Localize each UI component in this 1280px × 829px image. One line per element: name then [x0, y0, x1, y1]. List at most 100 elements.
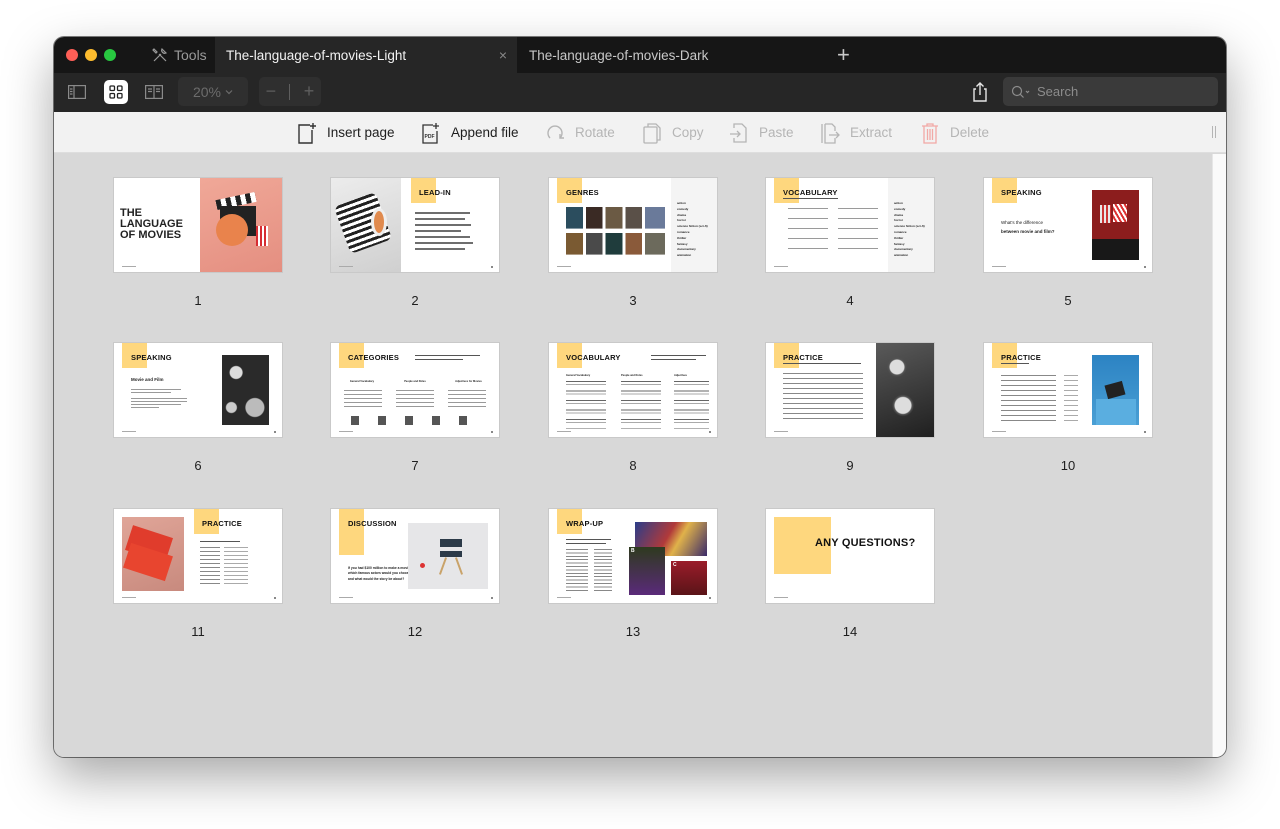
- page-thumbnail-1[interactable]: THE LANGUAGE OF MOVIES 1: [113, 177, 283, 308]
- text-line: [415, 212, 470, 214]
- zoom-out-button[interactable]: −: [266, 81, 277, 102]
- footer: [122, 431, 136, 432]
- new-tab-button[interactable]: +: [837, 44, 850, 66]
- directors-chair-image: [408, 523, 488, 589]
- tab-label: The-language-of-movies-Dark: [529, 47, 709, 63]
- text-line: [838, 248, 878, 249]
- subtitle-line: [200, 541, 240, 542]
- paste-button[interactable]: Paste: [729, 112, 794, 153]
- vocab-list: [566, 381, 606, 429]
- tab-document-dark[interactable]: The-language-of-movies-Dark: [517, 37, 817, 73]
- page-thumbnail-14[interactable]: ANY QUESTIONS? 14: [765, 508, 935, 639]
- chevron-down-icon: [225, 89, 233, 94]
- text-line: [838, 238, 878, 239]
- close-window-button[interactable]: [66, 49, 78, 61]
- text-line: [838, 218, 878, 219]
- page-number: 12: [407, 624, 423, 639]
- picture-c: C: [671, 561, 707, 595]
- footer: [774, 597, 788, 598]
- share-button[interactable]: [970, 81, 990, 103]
- page-number: 11: [191, 624, 205, 639]
- page-number: 1: [194, 293, 202, 308]
- page-thumbnail-5[interactable]: SPEAKING What's the difference between mo…: [983, 177, 1153, 308]
- page-thumbnail-3[interactable]: GENRES action comedy drama horror science fi…: [548, 177, 718, 308]
- page-number: 8: [629, 458, 637, 473]
- search-input[interactable]: Search: [1003, 77, 1218, 106]
- footer: [122, 266, 136, 267]
- slide-number: [274, 431, 276, 433]
- page-preview: DISCUSSION If you had $100 million to ma…: [330, 508, 500, 604]
- page-preview: THE LANGUAGE OF MOVIES: [113, 177, 283, 273]
- delete-button[interactable]: Delete: [920, 112, 989, 153]
- word-bank: [351, 416, 481, 425]
- page-thumbnail-9[interactable]: PRACTICE 9: [765, 342, 935, 473]
- zoom-window-button[interactable]: [104, 49, 116, 61]
- zoom-level-select[interactable]: 20%: [178, 77, 248, 106]
- subtitle-line: [783, 198, 838, 199]
- sidebar-view-button[interactable]: [65, 80, 89, 104]
- page-preview: VOCABULARY General Vocabulary People and…: [548, 342, 718, 438]
- insert-page-button[interactable]: Insert page: [297, 112, 395, 153]
- slide-title: ANY QUESTIONS?: [815, 537, 916, 549]
- footer: [774, 266, 788, 267]
- minimize-window-button[interactable]: [85, 49, 97, 61]
- subtitle-line: [1001, 363, 1029, 364]
- svg-text:PDF: PDF: [425, 134, 435, 140]
- slide-title: PRACTICE: [783, 353, 823, 362]
- reader-view-button[interactable]: [142, 80, 166, 104]
- footer: [339, 266, 353, 267]
- page-thumbnail-12[interactable]: DISCUSSION If you had $100 million to ma…: [330, 508, 500, 639]
- footer: [339, 597, 353, 598]
- page-preview: PRACTICE: [983, 342, 1153, 438]
- append-pdf-icon: PDF: [422, 122, 439, 144]
- close-tab-icon[interactable]: ×: [499, 48, 507, 62]
- text-line: [415, 230, 461, 232]
- text-line: [788, 228, 828, 229]
- cameras-image: [876, 343, 934, 437]
- popcorn-drink-image: [1092, 190, 1139, 260]
- text-line: [788, 208, 828, 209]
- insert-page-icon: [298, 122, 316, 144]
- paste-icon: [730, 122, 747, 143]
- slide-number: [709, 597, 711, 599]
- slide-title: CATEGORIES: [348, 353, 400, 362]
- subtitle-line: [783, 363, 861, 364]
- page-thumbnail-10[interactable]: PRACTICE 10: [983, 342, 1153, 473]
- vertical-scrollbar[interactable]: [1212, 154, 1226, 757]
- text-line: [788, 238, 828, 239]
- discussion-question: If you had $100 million to make a movie,…: [348, 566, 411, 581]
- divider: [289, 83, 291, 100]
- extract-button[interactable]: Extract: [820, 112, 892, 153]
- genre-posters-grid: [566, 207, 665, 255]
- text-line: [131, 389, 181, 390]
- tab-label: The-language-of-movies-Light: [226, 47, 407, 63]
- toolbar-resize-handle[interactable]: [1212, 126, 1216, 138]
- action-label: Copy: [672, 125, 704, 140]
- page-thumbnail-13[interactable]: WRAP-UP B C 13: [548, 508, 718, 639]
- page-preview: VOCABULARY action comedy drama horror scienc…: [765, 177, 935, 273]
- append-file-button[interactable]: PDF Append file: [421, 112, 519, 153]
- zoom-in-button[interactable]: +: [304, 81, 315, 102]
- action-label: Rotate: [575, 125, 615, 140]
- text-line: [415, 242, 473, 244]
- genre-list: action comedy drama horror science fiction (…: [894, 201, 925, 258]
- page-thumbnail-2[interactable]: LEAD-IN 2: [330, 177, 500, 308]
- rotate-button[interactable]: Rotate: [545, 112, 615, 153]
- page-thumbnail-11[interactable]: PRACTICE 11: [113, 508, 283, 639]
- page-preview: CATEGORIES General Vocabulary People and…: [330, 342, 500, 438]
- thumbnail-grid-view-button[interactable]: [104, 80, 128, 104]
- answer-lines: [344, 390, 382, 408]
- page-thumbnail-6[interactable]: SPEAKING Movie and Film 6: [113, 342, 283, 473]
- slide-text: What's the difference between movie and f…: [1001, 220, 1055, 234]
- column-header: General Vocabulary: [349, 380, 375, 383]
- tab-tools[interactable]: Tools: [152, 37, 207, 73]
- page-preview: LEAD-IN: [330, 177, 500, 273]
- search-icon: [1011, 85, 1030, 98]
- genre-list-panel: action comedy drama horror science fiction (…: [888, 178, 934, 272]
- page-thumbnail-4[interactable]: VOCABULARY action comedy drama horror scienc…: [765, 177, 935, 308]
- page-thumbnail-7[interactable]: CATEGORIES General Vocabulary People and…: [330, 342, 500, 473]
- tab-document-light[interactable]: The-language-of-movies-Light ×: [215, 37, 517, 73]
- copy-button[interactable]: Copy: [642, 112, 704, 153]
- page-thumbnail-8[interactable]: VOCABULARY General Vocabulary People and…: [548, 342, 718, 473]
- text-line: [838, 208, 878, 209]
